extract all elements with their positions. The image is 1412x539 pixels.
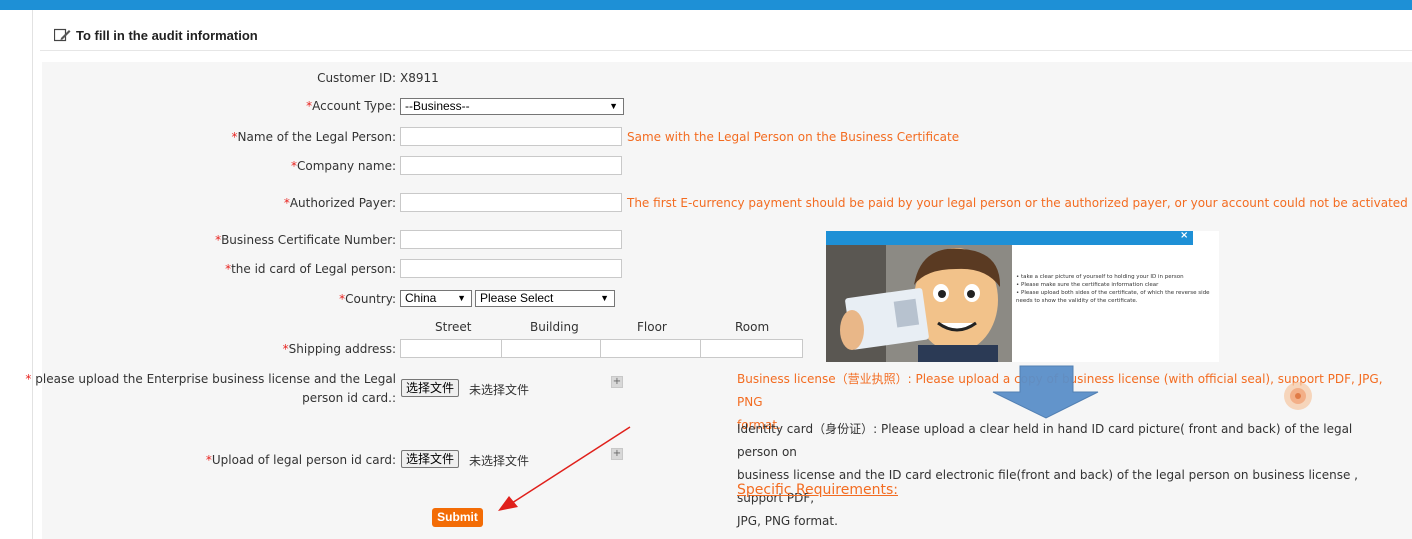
chevron-down-icon: ▼ — [609, 101, 618, 111]
person-holding-id-illustration — [826, 245, 1012, 362]
upload-idcard-label: *Upload of legal person id card: — [205, 453, 396, 467]
top-bar — [0, 0, 1412, 10]
province-select[interactable]: Please Select ▼ — [475, 290, 615, 307]
popup-tip: take a clear picture of yourself to hold… — [1016, 273, 1216, 281]
authorized-payer-hint: The first E-currency payment should be p… — [627, 196, 1408, 210]
address-col-street: Street — [435, 320, 472, 334]
submit-button[interactable]: Submit — [432, 508, 483, 527]
account-type-select[interactable]: --Business-- ▼ — [400, 98, 624, 115]
id-card-input[interactable] — [400, 259, 622, 278]
popup-tip: Please upload both sides of the certific… — [1016, 289, 1216, 305]
country-select[interactable]: China ▼ — [400, 290, 472, 307]
business-cert-label: *Business Certificate Number: — [215, 233, 396, 247]
legal-person-hint: Same with the Legal Person on the Busine… — [627, 130, 960, 144]
chevron-down-icon: ▼ — [600, 293, 609, 303]
popup-tip: Please make sure the certificate informa… — [1016, 281, 1216, 289]
section-title: To fill in the audit information — [76, 28, 258, 43]
company-name-input[interactable] — [400, 156, 622, 175]
address-col-floor: Floor — [637, 320, 667, 334]
id-card-label: *the id card of Legal person: — [225, 262, 396, 276]
legal-person-label: *Name of the Legal Person: — [231, 130, 396, 144]
company-name-label: *Company name: — [291, 159, 396, 173]
idcard-requirement-text: Identity card（身份证）: Please upload a clea… — [737, 422, 1358, 528]
street-input[interactable] — [400, 339, 502, 358]
room-input[interactable] — [700, 339, 803, 358]
address-col-building: Building — [530, 320, 579, 334]
section-header: To fill in the audit information — [40, 22, 1412, 51]
upload-license-file-button[interactable]: 选择文件 — [401, 379, 460, 397]
authorized-payer-input[interactable] — [400, 193, 622, 212]
popup-tip-list: take a clear picture of yourself to hold… — [1010, 273, 1216, 305]
customer-id-label: Customer ID: — [317, 71, 396, 85]
add-idcard-plus-icon[interactable]: + — [611, 448, 623, 460]
upload-license-label-line2: person id card.: — [302, 391, 396, 405]
chevron-down-icon: ▼ — [457, 293, 466, 303]
left-divider — [32, 10, 33, 539]
country-label: *Country: — [339, 292, 396, 306]
edit-note-icon — [53, 28, 72, 45]
specific-requirements-link[interactable]: Specific Requirements: — [737, 482, 898, 498]
close-icon[interactable]: × — [1180, 230, 1188, 241]
floor-input[interactable] — [600, 339, 701, 358]
building-input[interactable] — [501, 339, 601, 358]
add-license-plus-icon[interactable]: + — [611, 376, 623, 388]
upload-idcard-file-button[interactable]: 选择文件 — [401, 450, 460, 468]
authorized-payer-label: *Authorized Payer: — [283, 196, 396, 210]
id-photo-example-popup: × take a clear picture of yourself to ho… — [826, 230, 1219, 362]
business-cert-input[interactable] — [400, 230, 622, 249]
customer-id-value: X8911 — [400, 71, 439, 85]
popup-title-bar — [826, 231, 1193, 245]
legal-person-input[interactable] — [400, 127, 622, 146]
address-col-room: Room — [735, 320, 770, 334]
upload-license-label-line1: * please upload the Enterprise business … — [25, 372, 396, 386]
upload-idcard-file-status: 未选择文件 — [469, 454, 530, 468]
shipping-address-label: *Shipping address: — [282, 342, 396, 356]
account-type-label: *Account Type: — [306, 99, 396, 113]
upload-license-file-status: 未选择文件 — [469, 383, 530, 397]
